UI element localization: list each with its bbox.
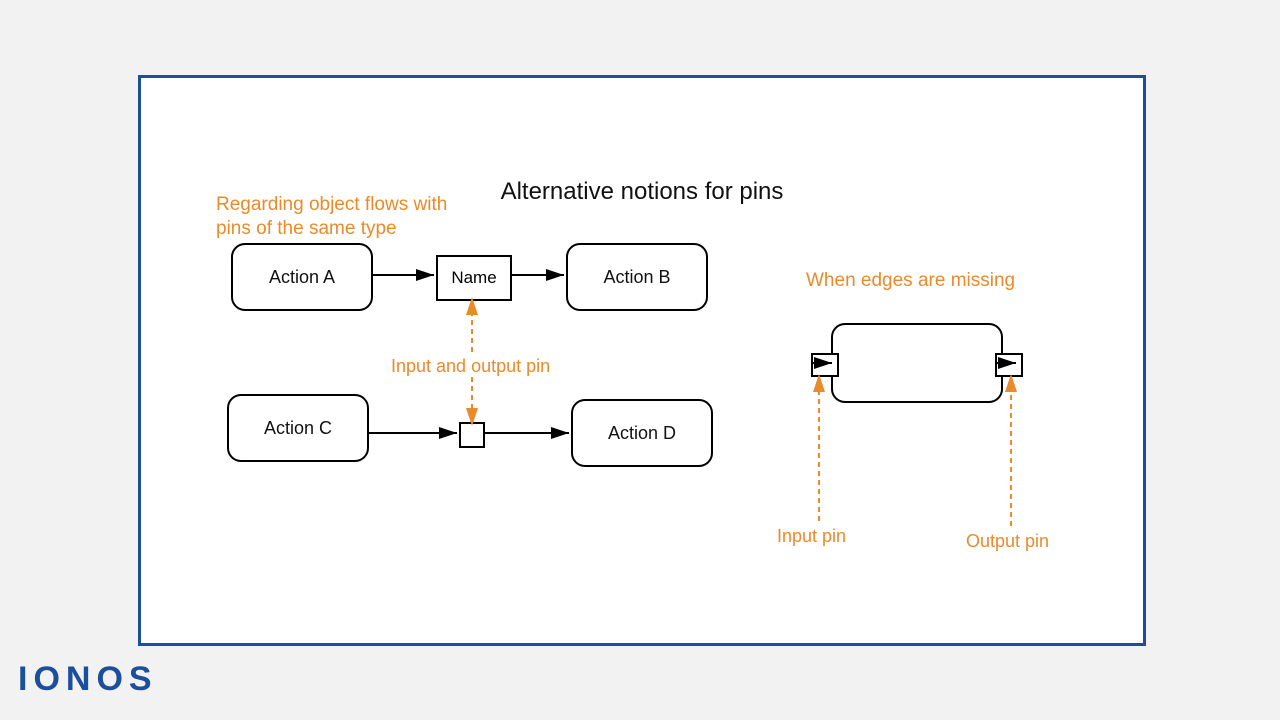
label-input-output-pin: Input and output pin — [391, 356, 550, 377]
action-d-node: Action D — [571, 399, 713, 467]
output-pin-box — [995, 353, 1023, 377]
action-c-node: Action C — [227, 394, 369, 462]
diagram-frame: Alternative notions for pins Regarding o… — [138, 75, 1146, 646]
label-input-pin: Input pin — [777, 526, 846, 547]
action-a-node: Action A — [231, 243, 373, 311]
caption-object-flows: Regarding object flows with pins of the … — [216, 193, 447, 241]
input-pin-box — [811, 353, 839, 377]
ionos-logo: IONOS — [18, 660, 158, 699]
action-b-node: Action B — [566, 243, 708, 311]
pin-name-box: Name — [436, 255, 512, 301]
unnamed-pin-box — [459, 422, 485, 448]
label-output-pin: Output pin — [966, 531, 1049, 552]
action-empty-node — [831, 323, 1003, 403]
caption-edges-missing: When edges are missing — [806, 270, 1015, 292]
